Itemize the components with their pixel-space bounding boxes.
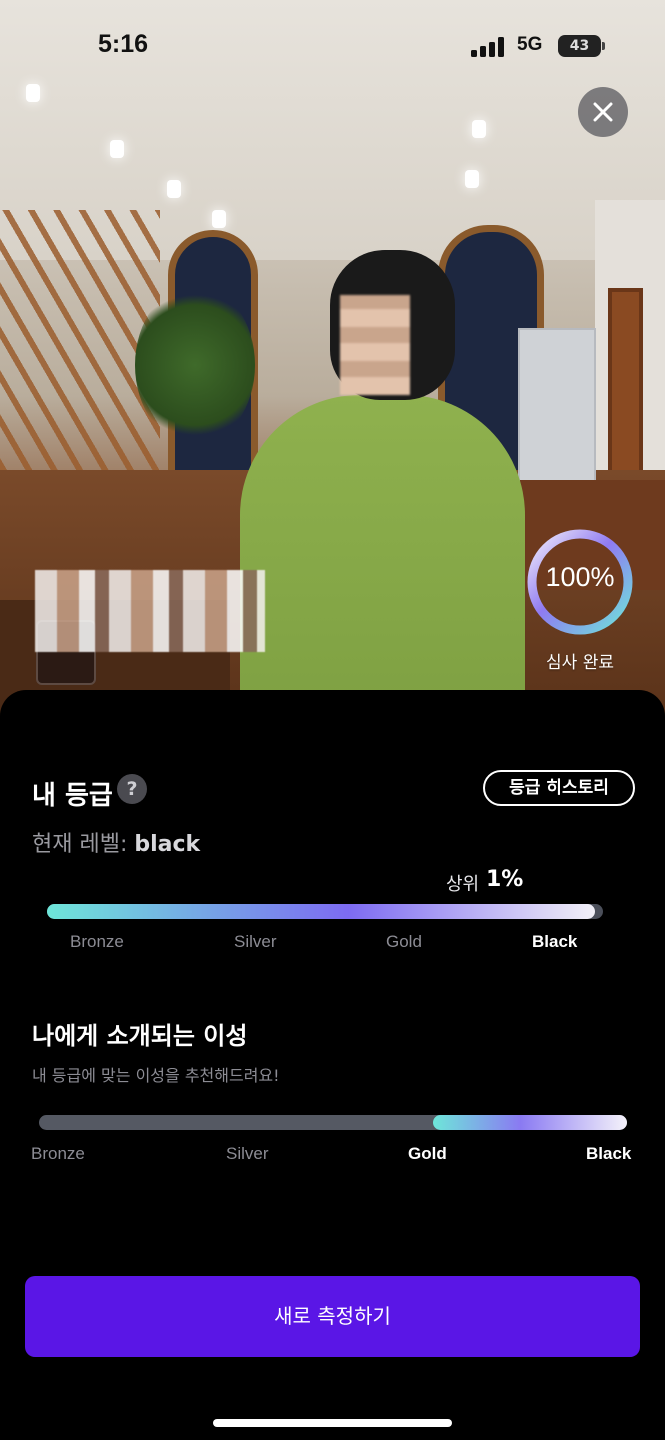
- measure-again-button[interactable]: 새로 측정하기: [25, 1276, 640, 1357]
- grade-title: 내 등급: [32, 781, 113, 811]
- rank-value: 1%: [486, 867, 524, 892]
- battery-icon: 43: [558, 35, 606, 57]
- status-bar: 5:16 5G 43: [0, 0, 665, 90]
- blurred-text: [35, 570, 265, 652]
- progress-caption: 심사 완료: [546, 653, 614, 673]
- network-label: 5G: [517, 34, 543, 55]
- match-tier-silver: Silver: [226, 1144, 269, 1163]
- face-blur: [340, 295, 410, 395]
- close-icon: [593, 102, 613, 122]
- grade-progress-bar: [47, 904, 603, 919]
- battery-level: 43: [569, 38, 590, 54]
- match-range-fill: [432, 1115, 627, 1130]
- ceiling-light: [465, 170, 479, 188]
- photo-door: [608, 288, 643, 493]
- match-tier-gold: Gold: [408, 1144, 447, 1163]
- ceiling-light: [472, 120, 486, 138]
- home-indicator: [213, 1419, 452, 1427]
- match-tier-black: Black: [586, 1144, 632, 1163]
- grade-history-button[interactable]: 등급 히스토리: [483, 770, 635, 806]
- current-level-prefix: 현재 레벨:: [32, 832, 135, 857]
- ceiling-light: [212, 210, 226, 228]
- signal-icon: [471, 37, 504, 57]
- close-button[interactable]: [578, 87, 628, 137]
- matches-subtitle: 내 등급에 맞는 이성을 추천해드려요!: [32, 1066, 280, 1085]
- help-icon[interactable]: ?: [117, 774, 147, 804]
- ceiling-light: [110, 140, 124, 158]
- grade-tier-bronze: Bronze: [70, 932, 124, 951]
- rank-label: 상위: [446, 874, 480, 895]
- progress-percent: 100%: [545, 562, 615, 592]
- photo-plant: [135, 285, 255, 445]
- status-time: 5:16: [98, 30, 149, 58]
- photo-stairs: [0, 210, 160, 470]
- grade-tier-gold: Gold: [386, 932, 422, 951]
- current-level: 현재 레벨: black: [32, 826, 200, 858]
- grade-tier-silver: Silver: [234, 932, 277, 951]
- match-range-bar: [39, 1115, 627, 1130]
- grade-tier-black: Black: [532, 932, 578, 951]
- photo-air-conditioner: [518, 328, 596, 486]
- current-level-value: black: [134, 832, 201, 857]
- grade-progress-fill: [47, 904, 595, 919]
- photo-person: [240, 395, 525, 720]
- ceiling-light: [167, 180, 181, 198]
- matches-title: 나에게 소개되는 이성: [32, 1022, 248, 1050]
- grade-sheet: 내 등급 ? 등급 히스토리 현재 레벨: black 상위 1% Bronze…: [0, 690, 665, 1440]
- match-tier-bronze: Bronze: [31, 1144, 85, 1163]
